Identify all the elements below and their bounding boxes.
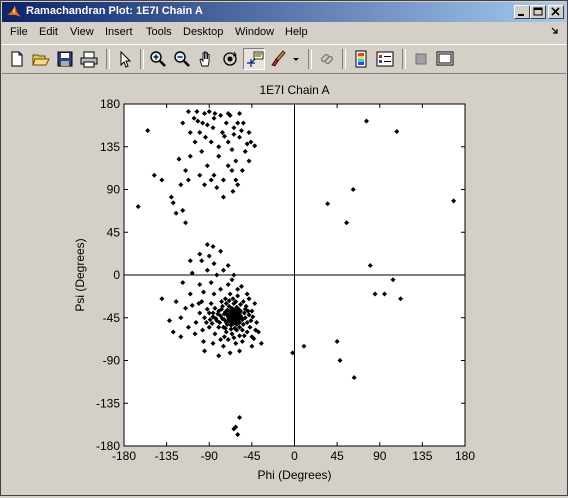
x-tick-label: 135 (412, 449, 432, 463)
edit-plot-arrow-icon (120, 50, 132, 68)
y-tick-label: -45 (103, 311, 121, 325)
brush-icon (271, 50, 286, 67)
new-figure-icon (11, 51, 23, 67)
zoom-out-button[interactable] (171, 48, 193, 70)
x-tick-label: -90 (201, 449, 219, 463)
title-bar[interactable]: Ramachandran Plot: 1E7I Chain A (2, 2, 566, 22)
menu-insert[interactable]: Insert (105, 26, 133, 38)
y-tick-label: 180 (100, 97, 120, 111)
x-tick-label: -45 (243, 449, 261, 463)
menu-window[interactable]: Window (235, 26, 274, 38)
y-tick-label: 135 (100, 140, 120, 154)
print-button[interactable] (78, 48, 100, 70)
minimize-icon (518, 14, 524, 16)
data-cursor-icon (247, 51, 264, 67)
link-button[interactable] (316, 48, 338, 70)
legend-icon (376, 51, 394, 67)
minimize-button[interactable] (514, 5, 530, 19)
colorbar-button[interactable] (350, 48, 372, 70)
matlab-logo-icon (6, 5, 22, 18)
toolbar-separator (106, 49, 110, 69)
open-file-icon (32, 54, 50, 66)
menu-desktop[interactable]: Desktop (183, 26, 223, 38)
toolbar-separator (140, 49, 144, 69)
y-tick-label: -135 (96, 396, 120, 410)
x-tick-label: -135 (155, 449, 179, 463)
print-icon (80, 51, 98, 68)
data-cursor-button[interactable] (243, 48, 265, 70)
maximize-button[interactable] (530, 5, 546, 19)
save-icon (57, 51, 73, 67)
ramachandran-plot[interactable]: 1E7I Chain A Phi (Degrees) Psi (Degrees)… (1, 73, 567, 495)
hide-plot-tools-icon (415, 53, 427, 65)
zoom-in-icon (150, 51, 166, 67)
save-button[interactable] (54, 48, 76, 70)
x-axis-label: Phi (Degrees) (257, 468, 331, 482)
menu-edit[interactable]: Edit (39, 26, 58, 38)
brush-button[interactable] (268, 48, 290, 70)
y-tick-label: 45 (107, 225, 121, 239)
window-title: Ramachandran Plot: 1E7I Chain A (26, 5, 203, 17)
rotate-3d-icon (223, 51, 237, 66)
colorbar-icon (355, 50, 367, 68)
toolbar-separator (308, 49, 312, 69)
menu-view[interactable]: View (70, 26, 94, 38)
show-plot-tools-icon (436, 51, 454, 66)
figure-window: Ramachandran Plot: 1E7I Chain A File Edi… (0, 0, 568, 496)
y-tick-label: -180 (96, 439, 120, 453)
toolbar-separator (402, 49, 406, 69)
chart-title: 1E7I Chain A (259, 83, 329, 97)
x-tick-label: 90 (373, 449, 387, 463)
chevron-down-icon (293, 58, 299, 61)
rotate-3d-button[interactable] (219, 48, 241, 70)
edit-plot-button[interactable] (114, 48, 136, 70)
x-tick-label: 180 (455, 449, 475, 463)
new-figure-button[interactable] (6, 48, 28, 70)
menu-bar: File Edit View Insert Tools Desktop Wind… (2, 23, 566, 43)
pan-button[interactable] (195, 48, 217, 70)
y-tick-label: 0 (113, 268, 120, 282)
show-plot-tools-button[interactable] (434, 48, 456, 70)
menu-file[interactable]: File (10, 26, 28, 38)
open-file-button[interactable] (30, 48, 52, 70)
brush-dropdown[interactable] (290, 48, 302, 70)
y-tick-label: 90 (107, 183, 121, 197)
y-axis-label: Psi (Degrees) (73, 238, 87, 311)
link-icon (320, 53, 334, 65)
y-tick-label: -90 (103, 354, 121, 368)
menu-help[interactable]: Help (285, 26, 308, 38)
legend-button[interactable] (374, 48, 396, 70)
zoom-out-icon (174, 51, 190, 67)
zoom-in-button[interactable] (147, 48, 169, 70)
close-icon (551, 7, 560, 16)
hide-plot-tools-button[interactable] (410, 48, 432, 70)
x-tick-label: 45 (330, 449, 344, 463)
figure-toolbar (2, 44, 566, 74)
close-button[interactable] (548, 5, 564, 19)
toolbar-separator (342, 49, 346, 69)
maximize-icon (533, 7, 543, 16)
figure-canvas: 1E7I Chain A Phi (Degrees) Psi (Degrees)… (1, 73, 567, 495)
x-tick-label: 0 (291, 449, 298, 463)
pan-hand-icon (199, 51, 210, 67)
dock-arrow-icon[interactable] (550, 26, 560, 36)
menu-tools[interactable]: Tools (146, 26, 172, 38)
